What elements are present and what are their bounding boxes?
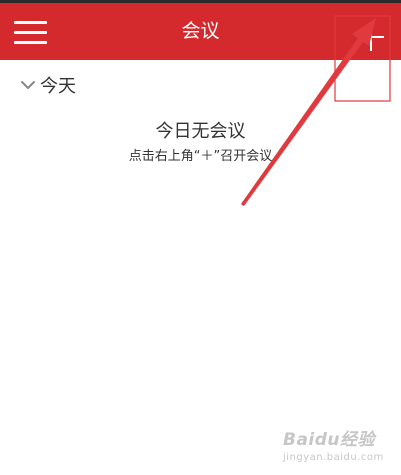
watermark: Baidu经验 jingyan.baidu.com bbox=[283, 425, 395, 467]
empty-state-title: 今日无会议 bbox=[155, 121, 246, 142]
app-header: 会议 bbox=[0, 3, 401, 60]
day-section-header[interactable]: 今天 bbox=[20, 72, 76, 98]
watermark-url: jingyan.baidu.com bbox=[283, 452, 384, 463]
chevron-down-icon bbox=[21, 81, 35, 89]
plus-icon[interactable] bbox=[356, 23, 386, 53]
app-screen: 会议 今天 今日无会议 点击右上角“＋”召开会议 Baidu经验 jingyan… bbox=[0, 0, 401, 475]
day-label: 今天 bbox=[40, 76, 76, 97]
page-title: 会议 bbox=[181, 20, 220, 42]
watermark-logo: Baidu经验 bbox=[283, 430, 376, 450]
empty-state-hint: 点击右上角“＋”召开会议 bbox=[128, 149, 273, 164]
